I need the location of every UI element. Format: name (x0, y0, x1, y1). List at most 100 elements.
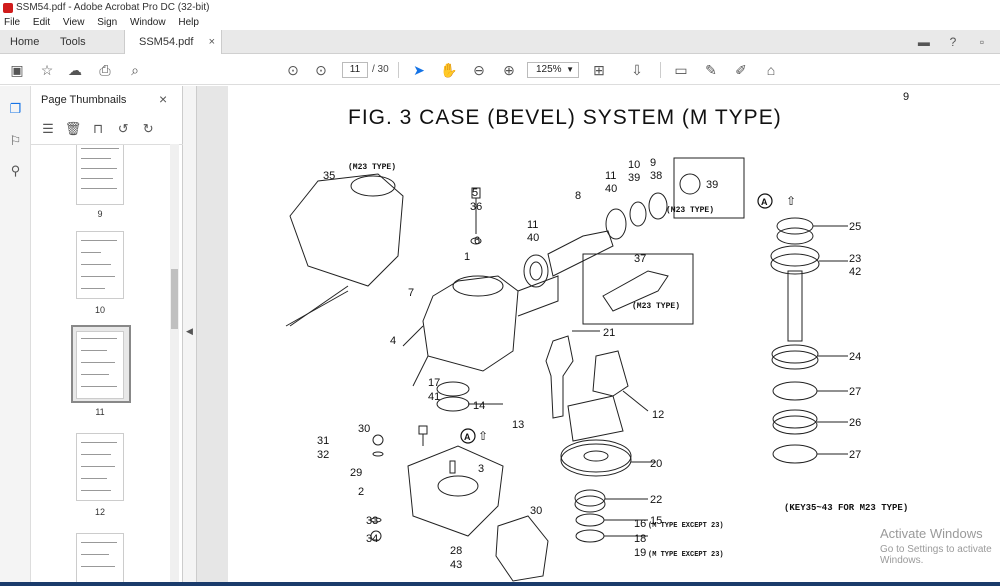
rotate-right-icon[interactable]: ↻ (139, 120, 157, 138)
callout-17: 17 (428, 377, 440, 389)
draw-pen-icon[interactable]: ✐ (732, 61, 750, 79)
panel-collapse-handle[interactable]: ◀ (183, 86, 197, 586)
callout-6: 6 (474, 235, 480, 247)
callout-27b: 27 (849, 449, 861, 461)
callout-37: 37 (634, 253, 646, 265)
thumbnail-page-11[interactable] (76, 331, 124, 399)
tab-home[interactable]: Home (10, 30, 39, 54)
tab-tools[interactable]: Tools (60, 30, 86, 54)
menu-file[interactable]: File (4, 17, 20, 28)
help-icon[interactable]: ? (945, 34, 961, 50)
options-menu-icon[interactable]: ☰ (39, 120, 57, 138)
thumbnail-page-10[interactable] (76, 231, 124, 299)
key-note: (KEY35~43 FOR M23 TYPE) (784, 503, 909, 513)
up-arrow-icon: ⇧ (478, 429, 488, 443)
thumbnail-label: 10 (94, 305, 105, 315)
thumbnail-label: 12 (94, 507, 105, 517)
menu-window[interactable]: Window (130, 17, 166, 28)
document-viewport[interactable]: 9 FIG. 3 CASE (BEVEL) SYSTEM (M TYPE) 35… (197, 86, 1000, 586)
tab-close-icon[interactable]: × (209, 30, 215, 54)
callout-23: 23 (849, 253, 861, 265)
print-icon[interactable]: ⎙ (96, 61, 114, 79)
tab-document[interactable]: SSM54.pdf × (124, 30, 222, 54)
callout-20: 20 (650, 458, 662, 470)
callout-27: 27 (849, 386, 861, 398)
callout-38: 38 (650, 170, 662, 182)
callout-13: 13 (512, 419, 524, 431)
callout-28: 28 (450, 545, 462, 557)
toolbar-divider (660, 62, 661, 78)
callout-32: 32 (317, 449, 329, 461)
upload-cloud-icon[interactable]: ☁ (66, 61, 84, 79)
activation-watermark-title: Activate Windows (880, 526, 983, 541)
callout-7: 7 (408, 287, 414, 299)
menu-help[interactable]: Help (178, 17, 199, 28)
page-down-icon[interactable]: ⊙ (312, 61, 330, 79)
stamp-icon[interactable]: ⌂ (762, 61, 780, 79)
overflow-icon[interactable]: ▫ (974, 34, 990, 50)
m23-label: (M23 TYPE) (348, 163, 396, 172)
menu-view[interactable]: View (63, 17, 85, 28)
callout-4: 4 (390, 335, 396, 347)
zoom-value: 125% (536, 64, 562, 75)
thumbnail-scrollbar[interactable] (170, 144, 179, 586)
tab-bar: Home Tools SSM54.pdf × ▬ ? ▫ (0, 30, 1000, 54)
thumbnail-page-12[interactable] (76, 433, 124, 501)
callout-30b: 30 (530, 505, 542, 517)
scrollbar-thumb[interactable] (171, 269, 178, 329)
tab-document-label: SSM54.pdf (139, 36, 194, 48)
callout-18: 18 (634, 533, 646, 545)
highlight-pen-icon[interactable]: ✎ (702, 61, 720, 79)
callout-30: 30 (358, 423, 370, 435)
callout-11: 11 (527, 219, 538, 231)
callout-9: 9 (650, 157, 656, 169)
panel-title: Page Thumbnails (41, 94, 127, 106)
callout-33: 33 (366, 515, 378, 527)
m23-shaft-label: (M23 TYPE) (632, 302, 680, 311)
scroll-mode-icon[interactable]: ⇩ (628, 61, 646, 79)
select-cursor-icon[interactable]: ➤ (410, 61, 428, 79)
callout-19: 19 (634, 547, 646, 559)
callout-41: 41 (428, 391, 440, 403)
zoom-select[interactable]: 125% ▼ (527, 62, 579, 78)
callout-14: 14 (473, 400, 485, 412)
close-icon[interactable]: × (159, 91, 167, 107)
thumbnail-page-13[interactable] (76, 533, 124, 586)
rotate-left-icon[interactable]: ↺ (114, 120, 132, 138)
comment-icon[interactable]: ▬ (916, 34, 932, 50)
callout-34: 34 (366, 533, 378, 545)
activation-watermark-subtitle: Go to Settings to activate Windows. (880, 544, 992, 566)
page-fit-icon[interactable]: ⊞ (590, 61, 608, 79)
callout-5: 5 (472, 187, 478, 199)
chevron-down-icon: ▼ (566, 65, 574, 74)
left-rail: ❐ ⚐ ⚲ (0, 86, 31, 586)
callout-42: 42 (849, 266, 861, 278)
bookmarks-icon[interactable]: ⚐ (7, 132, 24, 149)
attachments-icon[interactable]: ⚲ (7, 162, 24, 179)
bookmark-star-icon[interactable]: ☆ (38, 61, 56, 79)
zoom-search-icon[interactable]: ⌕ (126, 61, 144, 79)
thumbnail-page-9[interactable] (76, 145, 124, 205)
callout-10: 10 (628, 159, 640, 171)
current-page-input[interactable]: 11 (342, 62, 368, 78)
page-thumbnails-icon[interactable]: ❐ (7, 100, 24, 117)
menu-edit[interactable]: Edit (33, 17, 50, 28)
callout-26: 26 (849, 417, 861, 429)
extract-icon[interactable]: ⊓ (89, 120, 107, 138)
callout-3: 3 (478, 463, 484, 475)
callout-16: 16 (634, 518, 646, 530)
hand-tool-icon[interactable]: ✋ (440, 61, 458, 79)
delete-icon[interactable]: 🗑 (64, 120, 82, 138)
comment-add-icon[interactable]: ▭ (672, 61, 690, 79)
toolbar-divider (398, 62, 399, 78)
acrobat-icon (3, 3, 13, 13)
zoom-in-icon[interactable]: ⊕ (500, 61, 518, 79)
menu-sign[interactable]: Sign (97, 17, 117, 28)
callout-39: 39 (628, 172, 640, 184)
up-arrow-icon: ⇧ (786, 194, 796, 208)
pdf-page: 9 FIG. 3 CASE (BEVEL) SYSTEM (M TYPE) 35… (228, 86, 1000, 586)
page-up-icon[interactable]: ⊙ (284, 61, 302, 79)
zoom-out-icon[interactable]: ⊖ (470, 61, 488, 79)
callout-31: 31 (317, 435, 329, 447)
save-icon[interactable]: ▣ (8, 61, 26, 79)
